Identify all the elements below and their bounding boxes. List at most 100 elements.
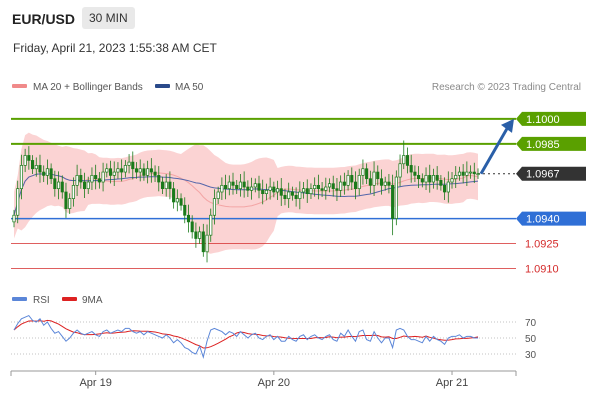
candle-body: [443, 184, 447, 193]
candle-body: [224, 184, 228, 190]
rsi-level-label: 70: [525, 318, 537, 329]
forecast-arrow: [479, 118, 514, 175]
candle-body: [305, 188, 309, 195]
candle-body: [227, 181, 231, 190]
candle-body: [90, 175, 94, 183]
price-chart: MA 20 + Bollinger Bands MA 50 Research ©…: [10, 82, 586, 389]
bollinger-legend-swatch: [12, 84, 27, 88]
candle-body: [160, 181, 165, 190]
candle-body: [212, 198, 216, 216]
candle-body: [350, 175, 354, 183]
candle-body: [361, 168, 365, 176]
candle-body: [220, 184, 224, 193]
candle-body: [86, 181, 90, 190]
candle-body: [45, 168, 49, 176]
candle-body: [75, 175, 79, 186]
candle-body: [216, 191, 220, 199]
ma50-legend-swatch: [155, 84, 170, 88]
candle-body: [313, 184, 317, 190]
bollinger-band-fill: [14, 132, 478, 254]
candle-body: [172, 188, 176, 203]
candle-body: [101, 171, 105, 183]
candle-body: [424, 175, 428, 183]
candle-body: [309, 188, 313, 195]
candle-body: [198, 231, 202, 239]
price-level-labels: 1.1000 1.0985 1.0967 1.0940 1.0925 1.0910: [516, 111, 586, 275]
candle-body: [428, 175, 432, 183]
candle-body: [138, 168, 142, 173]
candle-body: [179, 198, 183, 206]
candle-body: [398, 163, 402, 178]
research-watermark: Research © 2023 Trading Central: [432, 82, 581, 93]
candle-body: [64, 191, 68, 209]
level-label-1-0940: 1.0940: [516, 211, 586, 226]
candle-body: [53, 178, 57, 190]
candle-body: [142, 168, 146, 176]
candle-body: [19, 165, 23, 190]
candle-body: [461, 171, 465, 176]
candle-body: [175, 198, 179, 203]
candle-body: [190, 221, 194, 233]
candle-body: [454, 175, 458, 180]
level-text: 1.0940: [526, 214, 560, 226]
candle-body: [342, 181, 346, 186]
candle-body: [394, 176, 398, 219]
candle-body: [60, 181, 64, 193]
candle-body: [108, 168, 113, 176]
level-label-1-0985: 1.0985: [516, 136, 586, 151]
bollinger-legend-label: MA 20 + Bollinger Bands: [33, 82, 143, 93]
forecast-arrow-head: [501, 118, 514, 133]
candle-body: [146, 168, 150, 176]
candle-body: [253, 183, 257, 188]
rsi-ma-legend-swatch: [62, 297, 77, 301]
candle-body: [205, 234, 209, 253]
candle-body: [272, 186, 276, 193]
candle-body: [472, 171, 476, 175]
candle-body: [439, 180, 443, 186]
candle-body: [331, 183, 335, 190]
candle-body: [409, 165, 413, 173]
candle: [394, 170, 398, 226]
candle-body: [27, 155, 31, 161]
level-text: 1.0985: [526, 139, 560, 151]
candle-body: [372, 171, 376, 186]
candle-body: [402, 155, 406, 165]
candle-body: [16, 188, 20, 216]
candle-body: [413, 171, 417, 176]
candle-body: [31, 160, 35, 170]
time-tick-label: Apr 20: [258, 377, 290, 389]
bollinger-bands: [13, 132, 479, 254]
candle-body: [320, 188, 324, 191]
candle-body: [379, 178, 384, 186]
candle-body: [257, 183, 261, 191]
candle-body: [183, 204, 187, 216]
candle-body: [120, 168, 124, 173]
candle-body: [153, 171, 157, 176]
candle-body: [231, 181, 235, 186]
time-tick-label: Apr 19: [79, 377, 111, 389]
level-label-1-0910: 1.0910: [525, 263, 559, 275]
candle-body: [335, 188, 339, 191]
candle-body: [446, 181, 450, 193]
candle-body: [112, 171, 116, 176]
candle-body: [353, 181, 358, 190]
candle-body: [279, 188, 283, 196]
candle-body: [235, 184, 239, 190]
candle-body: [12, 214, 16, 223]
rsi-legend: RSI 9MA: [12, 295, 103, 306]
candle-body: [164, 181, 168, 190]
candle-body: [365, 168, 369, 180]
candle-body: [376, 171, 380, 180]
candle-body: [68, 198, 72, 209]
candle-body: [283, 194, 287, 199]
candle-body: [287, 191, 291, 199]
candle-body: [250, 186, 254, 191]
candle-body: [261, 189, 265, 195]
rsi-level-label: 30: [525, 350, 537, 361]
candle-body: [476, 173, 480, 176]
candle-body: [391, 184, 395, 219]
candle-body: [431, 175, 436, 183]
rsi-level-label: 50: [525, 334, 537, 345]
candle-body: [405, 155, 410, 166]
candle-body: [97, 178, 101, 183]
